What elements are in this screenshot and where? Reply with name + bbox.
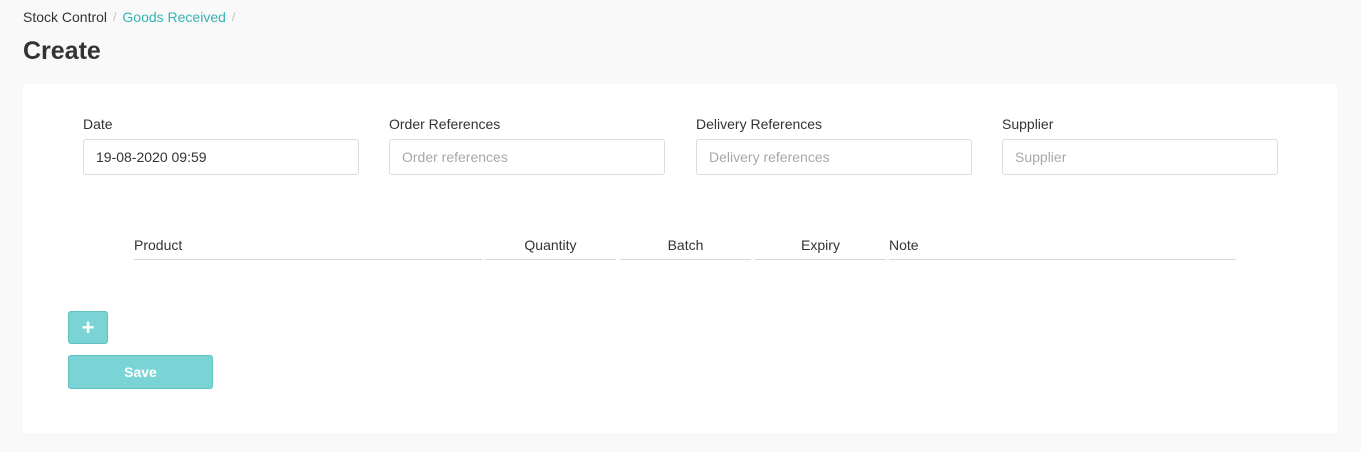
breadcrumb-goods-received-link[interactable]: Goods Received [122, 8, 226, 26]
delivery-references-label: Delivery References [696, 116, 823, 132]
column-header-expiry: Expiry [755, 234, 886, 260]
breadcrumb-separator-trailing: / [231, 10, 236, 24]
form-card: Date Order References Delivery Reference… [23, 84, 1337, 434]
date-label: Date [83, 116, 113, 132]
breadcrumb: Stock Control / Goods Received / [23, 8, 241, 26]
column-header-note: Note [889, 234, 1236, 260]
date-input[interactable] [83, 139, 359, 175]
column-header-product: Product [134, 234, 482, 260]
add-row-button[interactable]: + [68, 311, 108, 344]
supplier-input[interactable] [1002, 139, 1278, 175]
breadcrumb-stock-control[interactable]: Stock Control [23, 8, 107, 26]
delivery-references-input[interactable] [696, 139, 972, 175]
order-references-label: Order References [389, 116, 501, 132]
breadcrumb-separator: / [113, 10, 117, 24]
supplier-label: Supplier [1002, 116, 1054, 132]
column-header-quantity: Quantity [485, 234, 616, 260]
order-references-input[interactable] [389, 139, 665, 175]
delivery-references-field-group: Delivery References [696, 116, 972, 175]
date-field-group: Date [83, 116, 359, 175]
supplier-field-group: Supplier [1002, 116, 1278, 175]
save-button[interactable]: Save [68, 355, 213, 389]
page-title: Create [23, 37, 101, 65]
column-header-batch: Batch [620, 234, 751, 260]
order-references-field-group: Order References [389, 116, 665, 175]
